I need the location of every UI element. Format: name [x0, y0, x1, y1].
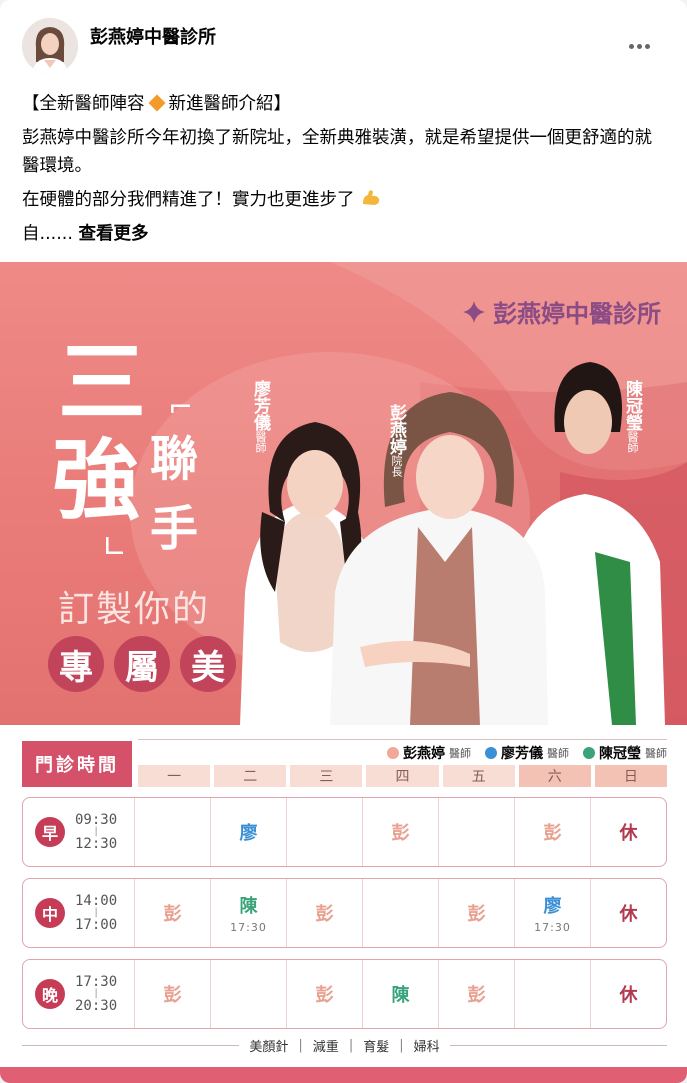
doctor-peng-label: 彭燕婷院長 — [386, 404, 406, 477]
facebook-post-card: 彭燕婷中醫診所 【全新醫師陣容 新進醫師介紹】 彭燕婷中醫診所今年初換了新院址，全… — [0, 0, 687, 1083]
schedule-cell: 彭 — [363, 798, 439, 866]
service-item: 減重 — [312, 1039, 339, 1055]
schedule-cell: 休 — [619, 985, 638, 1006]
schedule-cell — [211, 960, 287, 1028]
weekday-header: 一 二 三 四 五 六 日 — [138, 765, 667, 787]
page-name-link[interactable]: 彭燕婷中醫診所 — [90, 23, 216, 49]
flexed-biceps-icon — [363, 190, 380, 205]
banner-bottom-bar — [0, 1067, 687, 1083]
see-more-link[interactable]: 查看更多 — [78, 224, 148, 244]
day-sun: 日 — [594, 765, 667, 787]
legend-liao: 廖芳儀 醫師 — [485, 743, 569, 763]
schedule-cell: 彭 — [135, 879, 211, 947]
day-sat: 六 — [518, 765, 591, 787]
slot-label: 晚 17:30 | 20:30 — [23, 960, 135, 1028]
clinic-brand-logo: 彭燕婷中醫診所 — [461, 294, 661, 329]
schedule-cell — [135, 798, 211, 866]
day-wed: 三 — [290, 765, 363, 787]
post-line-1: 【全新醫師陣容 新進醫師介紹】 — [22, 94, 291, 114]
schedule-cell: 廖 17:30 — [515, 879, 591, 947]
dot-icon — [644, 43, 650, 49]
service-item: 育髮 — [363, 1039, 390, 1055]
post-text: 【全新醫師陣容 新進醫師介紹】 彭燕婷中醫診所今年初換了新院址，全新典雅裝潢，就是… — [22, 90, 669, 254]
schedule-cell — [287, 798, 363, 866]
schedule-cell — [363, 879, 439, 947]
schedule-cell: 休 — [619, 904, 638, 925]
schedule-cell: 陳 17:30 — [211, 879, 287, 947]
schedule-cell: 廖 — [211, 798, 287, 866]
doctor-legend: 彭燕婷 醫師 廖芳儀 醫師 陳冠瑩 醫師 — [387, 743, 667, 763]
schedule-cell — [515, 960, 591, 1028]
schedule-cell — [439, 798, 515, 866]
schedule-cell: 陳 — [363, 960, 439, 1028]
day-thu: 四 — [366, 765, 439, 787]
slot-times: 17:30 | 20:30 — [75, 974, 118, 1014]
schedule-cell: 彭 — [439, 879, 515, 947]
chen-dot-icon — [583, 747, 595, 759]
slot-times: 14:00 | 17:00 — [75, 893, 118, 933]
schedule-cell: 彭 — [287, 879, 363, 947]
services-divider-left — [22, 1044, 240, 1046]
slot-badge: 晚 — [35, 979, 65, 1009]
clinic-schedule[interactable]: 門診時間 彭燕婷 醫師 廖芳儀 醫師 陳冠瑩 醫師 一 二 三 四 五 六 日 … — [0, 725, 687, 1083]
schedule-cell: 彭 — [287, 960, 363, 1028]
slot-badge: 早 — [35, 817, 65, 847]
schedule-cell: 彭 — [135, 960, 211, 1028]
bracket-bottom-decoration: ∟ — [102, 530, 128, 565]
slot-morning: 早 09:30 | 12:30 廖 彭 彭 休 — [22, 797, 667, 867]
schedule-cell: 彭 — [439, 960, 515, 1028]
slogan-exclusive-beauty: 專 屬 美 — [48, 636, 236, 692]
service-item: 美顏針 — [249, 1039, 289, 1055]
slot-afternoon: 中 14:00 | 17:00 彭 陳 17:30 彭 彭 廖 17:30 休 — [22, 878, 667, 948]
services-list: 美顏針 | 減重 | 育髮 | 婦科 — [22, 1035, 668, 1055]
doctor-liao-label: 廖芳儀醫師 — [250, 380, 270, 453]
slot-badge: 中 — [35, 898, 65, 928]
day-tue: 二 — [214, 765, 287, 787]
day-fri: 五 — [442, 765, 515, 787]
page-avatar[interactable] — [22, 18, 78, 74]
headline-qiang: 強 — [52, 428, 141, 532]
clinic-logo-icon — [463, 300, 485, 323]
slot-label: 中 14:00 | 17:00 — [23, 879, 135, 947]
post-image-banner[interactable]: 彭燕婷中醫診所 三 強 ⌐ ∟ 聯 手 訂製你的 專 屬 美 廖芳儀醫師 彭燕婷… — [0, 262, 687, 725]
post-line-3: 在硬體的部分我們精進了！實力也更進步了 — [22, 186, 669, 214]
more-options-button[interactable] — [621, 32, 657, 60]
post-line-2: 彭燕婷中醫診所今年初換了新院址，全新典雅裝潢，就是希望提供一個更舒適的就醫環境。 — [22, 128, 652, 176]
orange-diamond-icon — [148, 94, 165, 112]
slot-label: 早 09:30 | 12:30 — [23, 798, 135, 866]
post-line-4: 自...... 查看更多 — [22, 224, 149, 244]
schedule-title: 門診時間 — [22, 741, 132, 787]
legend-peng: 彭燕婷 醫師 — [387, 743, 471, 763]
schedule-cell: 休 — [619, 823, 638, 844]
services-divider-right — [449, 1044, 668, 1046]
bracket-top-decoration: ⌐ — [168, 390, 194, 425]
dot-icon — [636, 43, 642, 49]
post-header: 彭燕婷中醫診所 — [22, 18, 667, 78]
liao-dot-icon — [485, 747, 497, 759]
headline-lian-shou: 聯 手 — [150, 431, 199, 557]
schedule-cell: 彭 — [515, 798, 591, 866]
slot-evening: 晚 17:30 | 20:30 彭 彭 陳 彭 休 — [22, 959, 667, 1029]
slogan-custom: 訂製你的 — [58, 589, 211, 630]
service-item: 婦科 — [413, 1039, 440, 1055]
peng-dot-icon — [387, 747, 399, 759]
day-mon: 一 — [138, 765, 211, 787]
doctor-chen-label: 陳冠瑩醫師 — [622, 380, 642, 453]
schedule-divider — [138, 739, 667, 740]
dot-icon — [628, 43, 634, 49]
slot-times: 09:30 | 12:30 — [75, 812, 118, 852]
legend-chen: 陳冠瑩 醫師 — [583, 743, 667, 763]
